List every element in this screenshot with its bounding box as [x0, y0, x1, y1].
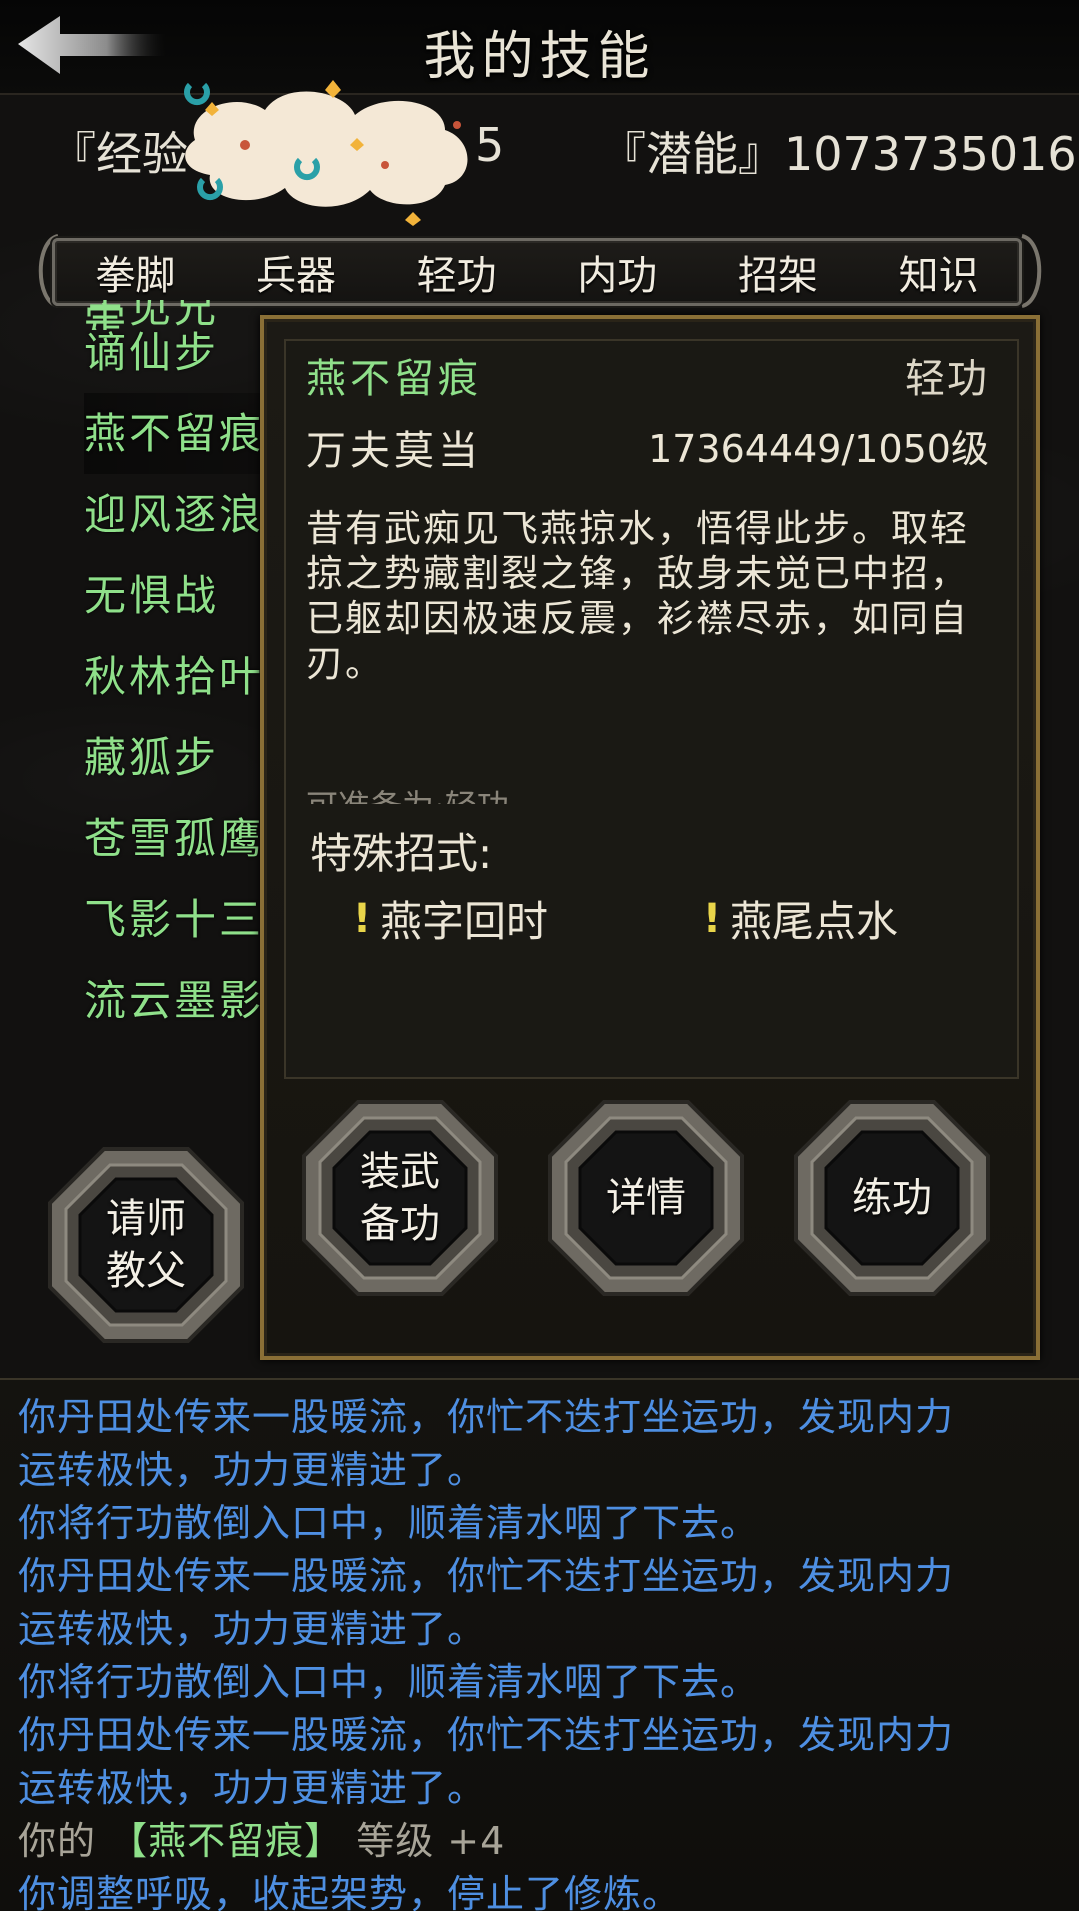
log-line: 运转极快，功力更精进了。 [18, 1448, 487, 1492]
log-line: 运转极快，功力更精进了。 [18, 1766, 487, 1810]
skill-type: 轻功 [905, 356, 989, 402]
practice-label: 练功 [852, 1175, 932, 1221]
details-button[interactable]: 详情 [546, 1098, 746, 1298]
log-suffix: 等级 +4 [356, 1819, 506, 1863]
special-move-name: 燕尾点水 [730, 897, 899, 946]
special-move-name: 燕字回时 [380, 897, 549, 946]
skill-description: 昔有武痴见飞燕掠水，悟得此步。取轻掠之势藏割裂之锋，敌身未觉已中招，已躯却因极速… [306, 507, 969, 685]
details-label: 详情 [606, 1175, 686, 1221]
log-skill-name: 【燕不留痕】 [109, 1819, 344, 1863]
tab-inner[interactable]: 内功 [563, 243, 671, 301]
potential-value: 『潜能』1073735016 [600, 127, 1077, 181]
log-line: 你丹田处传来一股暖流，你忙不迭打坐运功，发现内力 [18, 1713, 955, 1757]
practice-button[interactable]: 练功 [792, 1098, 992, 1298]
log-line: 你将行功散倒入口中，顺着清水咽了下去。 [18, 1501, 760, 1545]
special-moves-label: 特殊招式: [310, 829, 493, 878]
tab-parry[interactable]: 招架 [724, 243, 832, 301]
find-teacher-button[interactable]: 请师 教父 [46, 1145, 246, 1345]
log-line: 你丹田处传来一股暖流，你忙不迭打坐运功，发现内力 [18, 1395, 955, 1439]
exclamation-icon: ! [702, 895, 722, 942]
tab-lightness[interactable]: 轻功 [392, 243, 529, 301]
log-line: 你调整呼吸，收起架势，停止了修炼。 [18, 1872, 682, 1911]
skill-name: 燕不留痕 [306, 356, 482, 402]
exclamation-icon: ! [352, 895, 372, 942]
page-title: 我的技能 [423, 27, 656, 87]
skill-category-tabs: 拳脚 兵器 轻功 内功 招架 知识 [52, 238, 1022, 306]
log-line-level-up: 你的 【燕不留痕】 等级 +4 [18, 1810, 505, 1865]
equip-skill-label: 装武 备功 [360, 1149, 440, 1247]
tab-fist[interactable]: 拳脚 [81, 243, 189, 301]
log-line: 运转极快，功力更精进了。 [18, 1607, 487, 1651]
equip-skill-button[interactable]: 装武 备功 [300, 1098, 500, 1298]
log-line: 你将行功散倒入口中，顺着清水咽了下去。 [18, 1660, 760, 1704]
tab-weapon[interactable]: 兵器 [242, 243, 350, 301]
log-line: 你丹田处传来一股暖流，你忙不迭打坐运功，发现内力 [18, 1554, 955, 1598]
message-log[interactable]: 你丹田处传来一股暖流，你忙不迭打坐运功，发现内力 运转极快，功力更精进了。 你将… [0, 1378, 1079, 1911]
redaction-sticker [175, 70, 495, 230]
special-move-item[interactable]: ! 燕字回时 [350, 888, 548, 949]
skill-equip-note: 可准备为:轻功 [306, 782, 906, 804]
skill-rank: 万夫莫当 [306, 428, 482, 474]
skill-level: 17364449/1050级 [648, 427, 989, 471]
header-bar: 我的技能 [0, 0, 1079, 95]
log-prefix: 你的 [18, 1819, 97, 1863]
experience-label: 『经验 [50, 127, 188, 181]
find-teacher-label: 请师 教父 [106, 1196, 186, 1294]
special-move-item[interactable]: ! 燕尾点水 [700, 888, 898, 949]
tab-knowledge[interactable]: 知识 [885, 243, 993, 301]
tab-ornament-right [1021, 234, 1042, 308]
